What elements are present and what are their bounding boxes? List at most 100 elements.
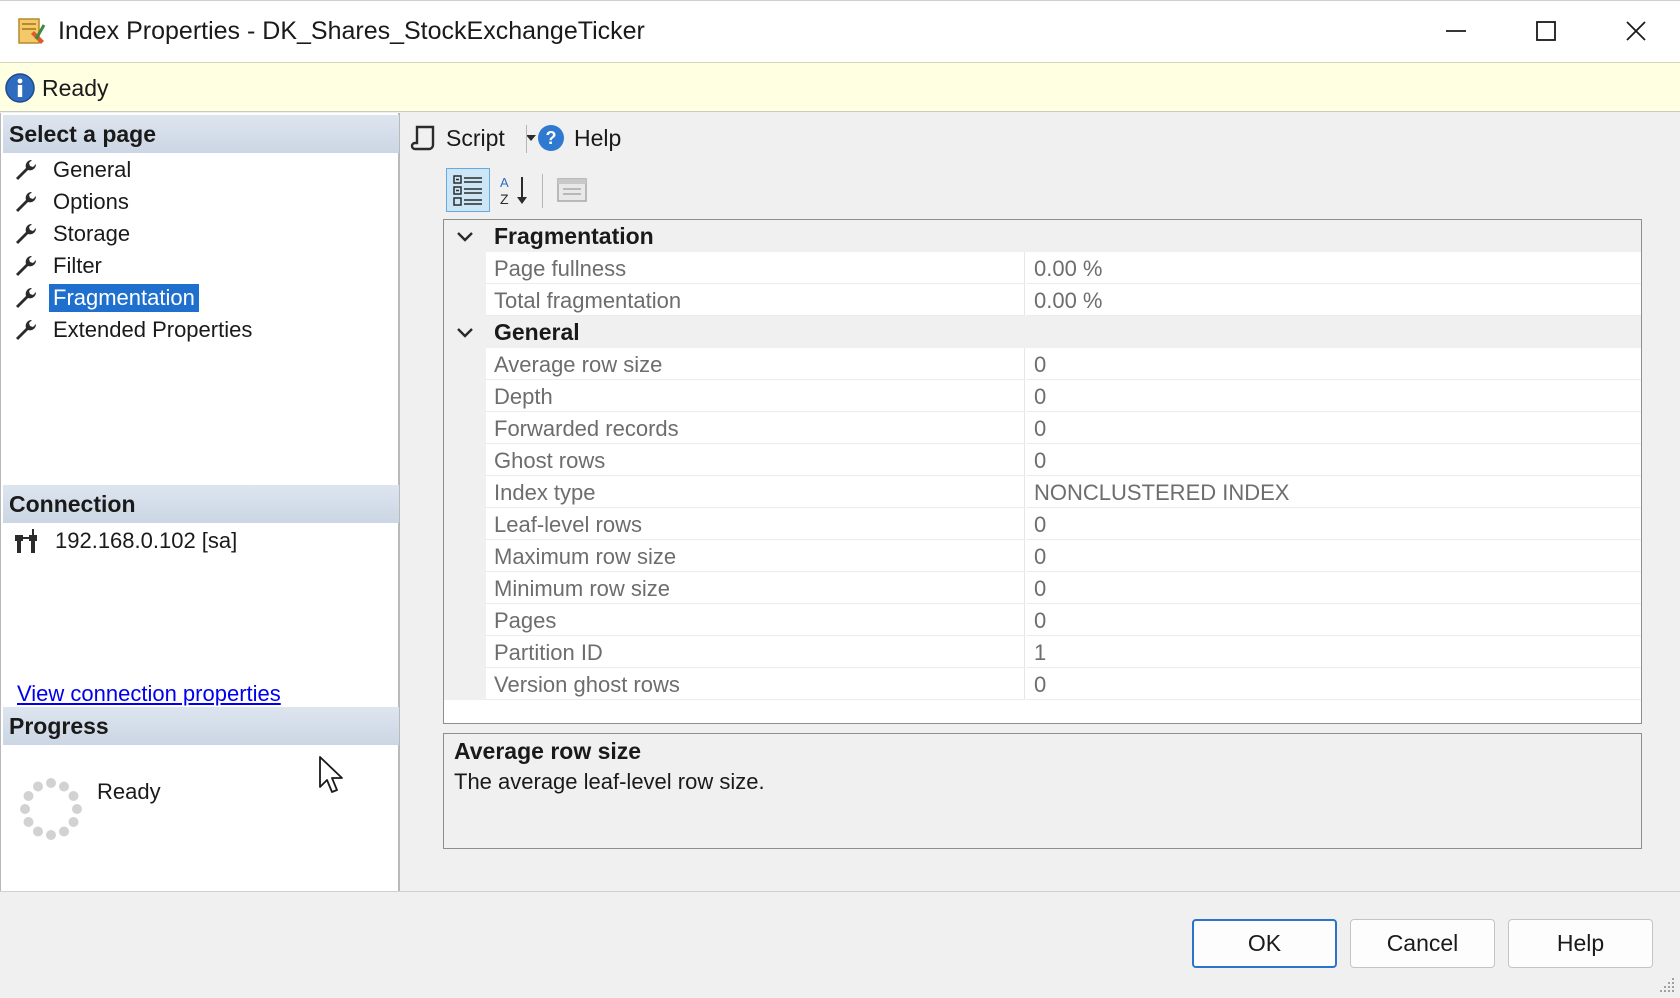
help-button[interactable]: Help (1508, 919, 1653, 968)
property-row[interactable]: Ghost rows 0 (444, 444, 1641, 476)
category-fragmentation[interactable]: Fragmentation (444, 220, 1641, 252)
page-item-extended-properties[interactable]: Extended Properties (13, 315, 256, 345)
resize-grip-icon[interactable] (1658, 976, 1676, 994)
progress-header: Progress (3, 707, 399, 745)
property-pages-icon (557, 178, 587, 202)
row-gutter (444, 284, 486, 316)
property-value: 0 (1026, 508, 1641, 540)
progress-status: Ready (97, 779, 161, 804)
wrench-icon (16, 255, 37, 276)
chevron-down-icon[interactable] (454, 226, 476, 248)
sort-alphabetical-icon: A Z (500, 175, 527, 207)
script-label: Script (446, 124, 505, 151)
property-value: NONCLUSTERED INDEX (1026, 476, 1641, 508)
script-icon (410, 125, 435, 151)
categorized-button[interactable] (446, 168, 490, 212)
property-row[interactable]: Average row size 0 (444, 348, 1641, 380)
property-value: 0 (1026, 668, 1641, 700)
svg-text:A: A (500, 175, 509, 190)
description-title: Average row size (454, 738, 642, 764)
row-gutter (444, 348, 486, 380)
property-row[interactable]: Depth 0 (444, 380, 1641, 412)
dialog-button-bar: OK Cancel Help (0, 891, 1680, 998)
wrench-icon (16, 319, 37, 340)
property-name: Pages (486, 604, 1025, 636)
property-name: Version ghost rows (486, 668, 1025, 700)
property-row[interactable]: Index type NONCLUSTERED INDEX (444, 476, 1641, 508)
property-row[interactable]: Minimum row size 0 (444, 572, 1641, 604)
property-value: 0 (1026, 348, 1641, 380)
chevron-down-icon[interactable] (454, 322, 476, 344)
window-title: Index Properties - DK_Shares_StockExchan… (58, 17, 645, 45)
script-button[interactable]: Script (410, 121, 537, 155)
property-value: 0 (1026, 604, 1641, 636)
ok-button[interactable]: OK (1192, 919, 1337, 968)
property-name: Maximum row size (486, 540, 1025, 572)
property-name: Page fullness (486, 252, 1025, 284)
toolbar: Script ? Help (402, 113, 1680, 163)
row-gutter (444, 476, 486, 508)
help-icon: ? (538, 125, 564, 151)
property-row[interactable]: Maximum row size 0 (444, 540, 1641, 572)
title-bar: Index Properties - DK_Shares_StockExchan… (0, 0, 1680, 62)
close-button[interactable] (1590, 1, 1680, 61)
property-row[interactable]: Pages 0 (444, 604, 1641, 636)
description-pane: Average row size The average leaf-level … (443, 733, 1642, 849)
page-item-fragmentation[interactable]: Fragmentation (13, 283, 199, 313)
select-page-header: Select a page (3, 115, 399, 153)
connection-row: 192.168.0.102 [sa] (13, 527, 237, 555)
page-item-filter[interactable]: Filter (13, 251, 106, 281)
property-value: 0 (1026, 572, 1641, 604)
categorized-icon (453, 175, 482, 206)
property-pages-button[interactable] (550, 168, 594, 212)
page-item-label: Storage (53, 221, 131, 246)
property-row[interactable]: Total fragmentation 0.00 % (444, 284, 1641, 316)
wrench-icon (16, 191, 37, 212)
page-item-options[interactable]: Options (13, 187, 133, 217)
page-item-general[interactable]: General (13, 155, 135, 185)
property-name: Ghost rows (486, 444, 1025, 476)
page-item-label: Fragmentation (49, 284, 199, 312)
property-name: Partition ID (486, 636, 1025, 668)
property-name: Leaf-level rows (486, 508, 1025, 540)
property-value: 0 (1026, 540, 1641, 572)
alphabetical-sort-button[interactable]: A Z (492, 168, 536, 212)
row-gutter (444, 380, 486, 412)
property-value: 0 (1026, 444, 1641, 476)
maximize-button[interactable] (1500, 1, 1592, 61)
property-row[interactable]: Forwarded records 0 (444, 412, 1641, 444)
svg-text:?: ? (546, 128, 557, 148)
info-icon (5, 73, 35, 103)
status-bar: Ready (0, 62, 1680, 112)
row-gutter (444, 604, 486, 636)
row-gutter (444, 540, 486, 572)
help-toolbar-label: Help (574, 124, 622, 151)
wrench-icon (16, 223, 37, 244)
page-item-storage[interactable]: Storage (13, 219, 134, 249)
cancel-button[interactable]: Cancel (1350, 919, 1495, 968)
view-connection-properties-link[interactable]: View connection properties (17, 681, 281, 707)
property-value: 1 (1026, 636, 1641, 668)
property-row[interactable]: Partition ID 1 (444, 636, 1641, 668)
property-name: Minimum row size (486, 572, 1025, 604)
property-grid: Fragmentation Page fullness 0.00 % Total… (443, 219, 1642, 724)
toolbar-separator (526, 125, 527, 153)
close-icon (1626, 21, 1646, 41)
property-row[interactable]: Version ghost rows 0 (444, 668, 1641, 700)
connection-header: Connection (3, 485, 399, 523)
connection-text: 192.168.0.102 [sa] (55, 528, 238, 553)
property-value: 0.00 % (1026, 284, 1641, 316)
property-row[interactable]: Page fullness 0.00 % (444, 252, 1641, 284)
minimize-button[interactable] (1410, 1, 1502, 61)
row-gutter (444, 636, 486, 668)
page-item-label: Filter (53, 253, 102, 278)
property-row[interactable]: Leaf-level rows 0 (444, 508, 1641, 540)
row-gutter (444, 572, 486, 604)
page-item-label: General (53, 157, 132, 182)
mouse-cursor-icon (319, 756, 343, 793)
help-toolbar-button[interactable]: ? Help (536, 121, 621, 155)
category-general[interactable]: General (444, 316, 1641, 348)
row-gutter (444, 412, 486, 444)
property-name: Forwarded records (486, 412, 1025, 444)
status-text: Ready (42, 75, 109, 101)
